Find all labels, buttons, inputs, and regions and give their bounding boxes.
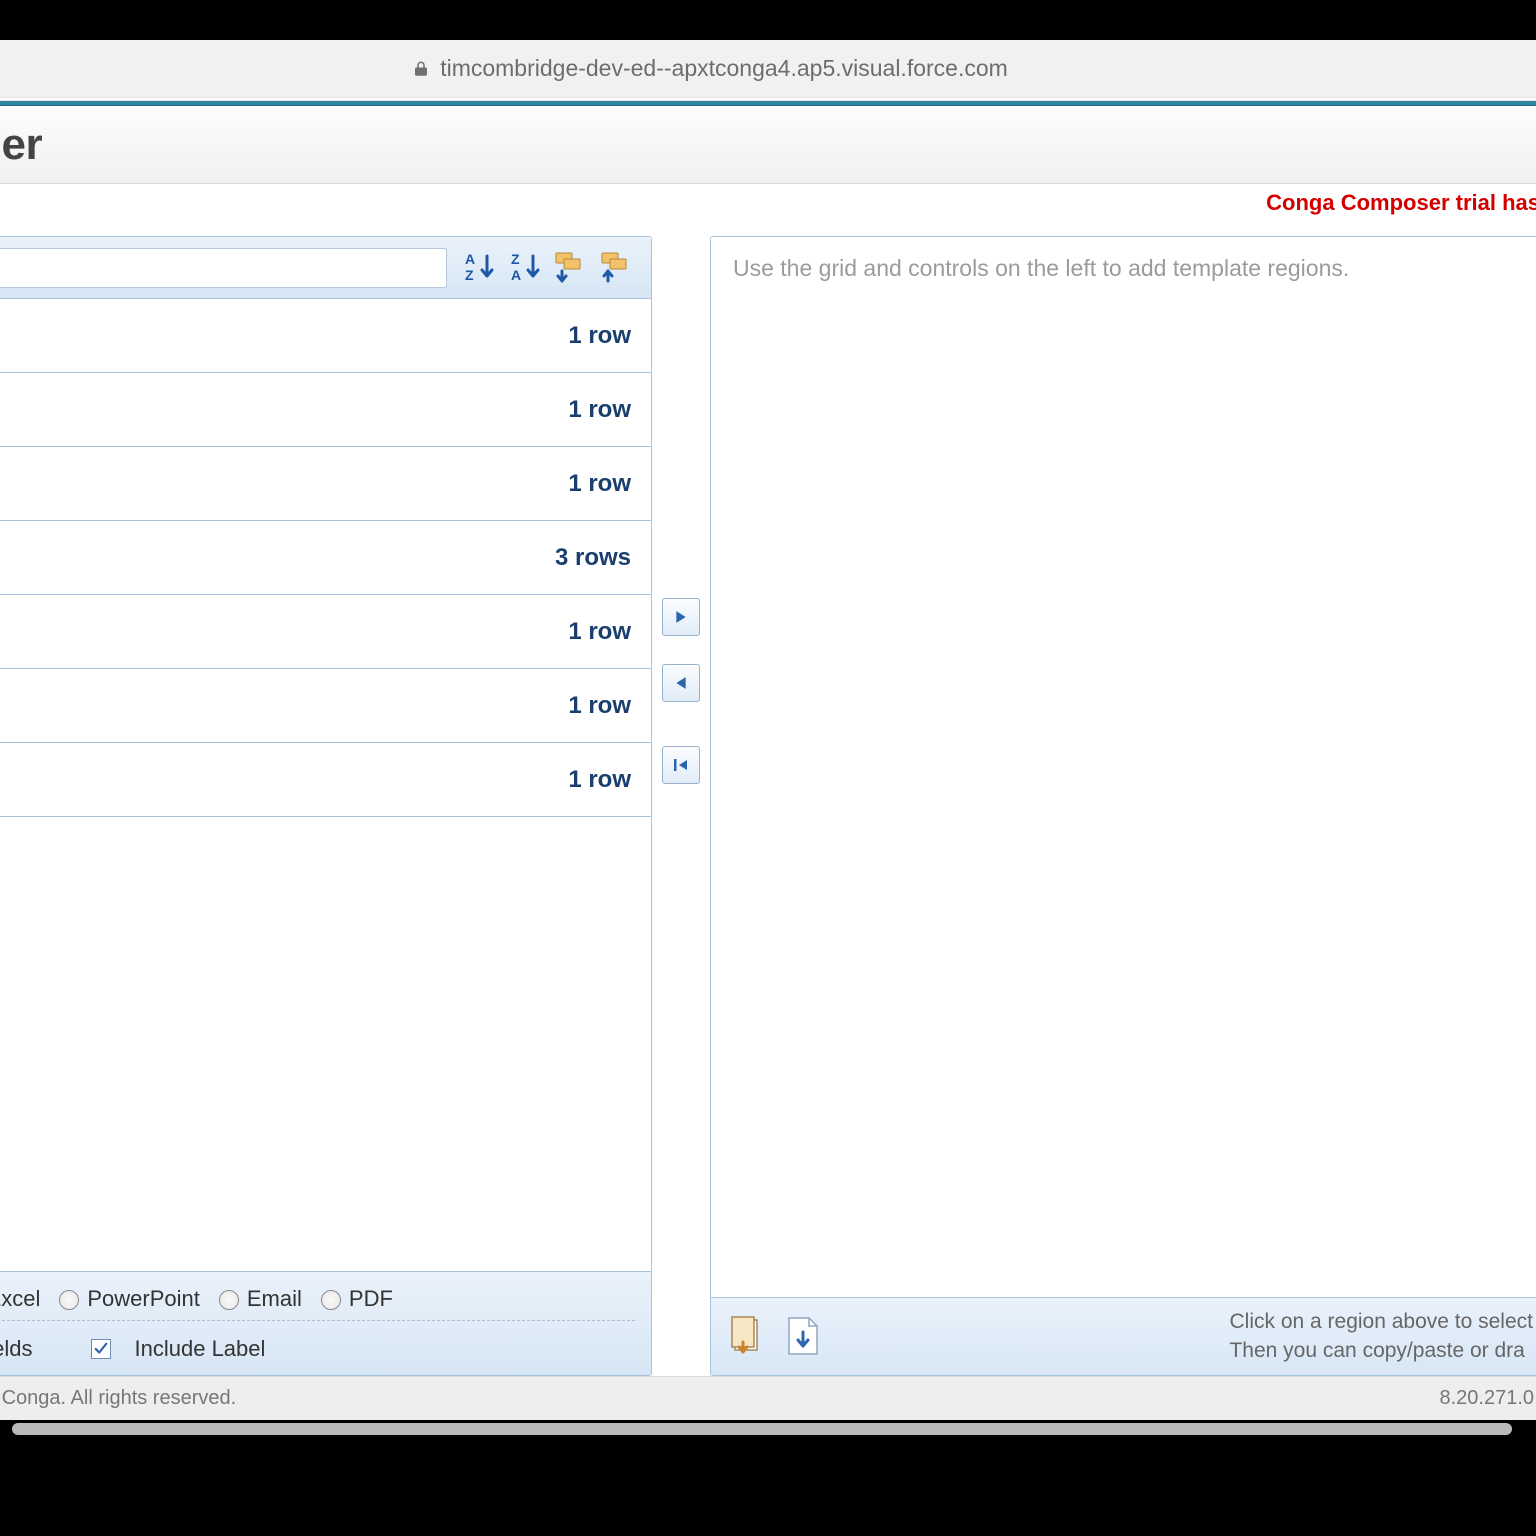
- region-hint: Click on a region above to select Then y…: [1229, 1308, 1533, 1365]
- left-toolbar: A Z Z A: [0, 237, 651, 299]
- sort-desc-button[interactable]: Z A: [503, 245, 549, 291]
- download-template-button[interactable]: [783, 1312, 825, 1362]
- region-row[interactable]: t 1 row: [0, 447, 651, 521]
- right-footer: Click on a region above to select Then y…: [711, 1297, 1536, 1375]
- include-label-checkbox[interactable]: [91, 1339, 111, 1359]
- app-window: timcombridge-dev-ed--apxtconga4.ap5.visu…: [0, 40, 1536, 1420]
- search-input[interactable]: [0, 248, 447, 288]
- copyright-text: es, Inc - dba Conga. All rights reserved…: [0, 1387, 236, 1410]
- format-powerpoint-option[interactable]: PowerPoint: [54, 1286, 200, 1312]
- region-count: 1 row: [568, 766, 631, 794]
- transfer-controls: [652, 236, 710, 1376]
- svg-text:A: A: [465, 251, 475, 267]
- region-row[interactable]: 1 row: [0, 299, 651, 373]
- right-panel: Use the grid and controls on the left to…: [710, 236, 1536, 1376]
- collapse-all-button[interactable]: [595, 245, 641, 291]
- move-first-button[interactable]: [662, 746, 700, 784]
- region-count: 3 rows: [555, 544, 631, 572]
- browser-address-bar: timcombridge-dev-ed--apxtconga4.ap5.visu…: [0, 40, 1536, 98]
- region-row[interactable]: 1 row: [0, 373, 651, 447]
- move-left-button[interactable]: [662, 664, 700, 702]
- region-count: 1 row: [568, 618, 631, 646]
- placeholder-text: Use the grid and controls on the left to…: [733, 255, 1349, 281]
- move-right-button[interactable]: [662, 598, 700, 636]
- format-email-option[interactable]: Email: [214, 1286, 302, 1312]
- warning-strip: Conga Composer trial has: [0, 184, 1536, 222]
- region-row[interactable]: 1 row: [0, 743, 651, 817]
- lock-icon: [412, 60, 430, 78]
- region-list: 1 row 1 row t 1 row 3 rows: [0, 299, 651, 1271]
- svg-text:A: A: [511, 267, 521, 283]
- format-excel-option[interactable]: Excel: [0, 1286, 40, 1312]
- region-count: 1 row: [568, 396, 631, 424]
- horizontal-scrollbar-thumb[interactable]: [12, 1423, 1512, 1435]
- region-count: 1 row: [568, 470, 631, 498]
- include-label-text: Include Label: [135, 1336, 266, 1362]
- template-region-area[interactable]: Use the grid and controls on the left to…: [711, 237, 1536, 1297]
- address-text: timcombridge-dev-ed--apxtconga4.ap5.visu…: [440, 55, 1008, 82]
- page-title-bar: Builder: [0, 106, 1536, 184]
- output-options: rd Excel PowerPoint Email PDF d Merge Fi…: [0, 1271, 651, 1375]
- trial-warning: Conga Composer trial has: [1266, 190, 1536, 216]
- left-panel: A Z Z A: [0, 236, 652, 1376]
- expand-all-button[interactable]: [549, 245, 595, 291]
- page-title: Builder: [0, 120, 42, 170]
- region-count: 1 row: [568, 322, 631, 350]
- region-count: 1 row: [568, 692, 631, 720]
- svg-text:Z: Z: [465, 267, 474, 283]
- merge-fields-option[interactable]: d Merge Fields: [0, 1336, 33, 1362]
- region-row[interactable]: 1 row: [0, 595, 651, 669]
- svg-text:Z: Z: [511, 251, 520, 267]
- copy-template-button[interactable]: [727, 1312, 769, 1362]
- sort-asc-button[interactable]: A Z: [457, 245, 503, 291]
- format-pdf-option[interactable]: PDF: [316, 1286, 393, 1312]
- footer-bar: es, Inc - dba Conga. All rights reserved…: [0, 1376, 1536, 1420]
- version-text: 8.20.271.0: [1439, 1387, 1534, 1410]
- region-row[interactable]: 3 rows: [0, 521, 651, 595]
- region-row[interactable]: 1 row: [0, 669, 651, 743]
